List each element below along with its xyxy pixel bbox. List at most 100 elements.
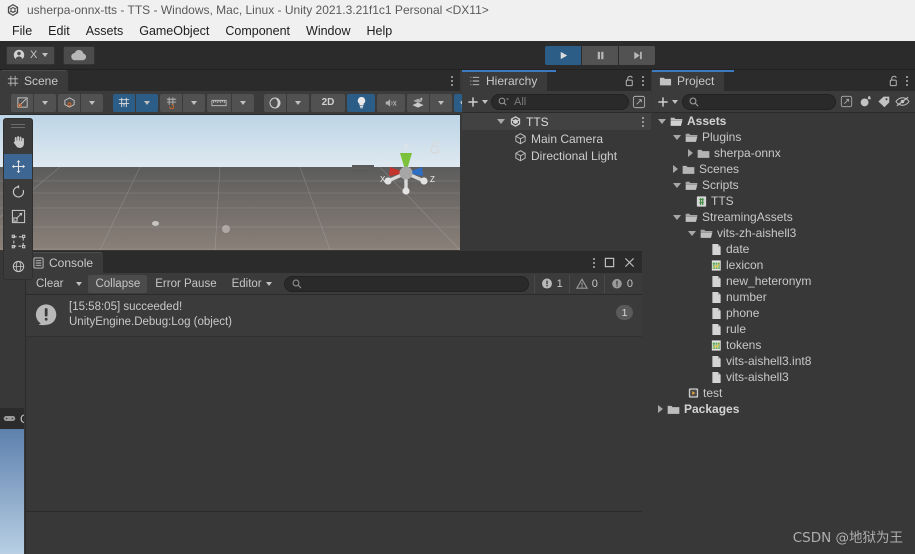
warning-count[interactable]: 0 xyxy=(568,274,604,293)
log-entry[interactable]: [15:58:05] succeeded! UnityEngine.Debug:… xyxy=(26,295,642,337)
project-row-sherpa-onnx[interactable]: sherpa-onnx xyxy=(652,145,915,161)
chevron-collapsed-icon[interactable] xyxy=(688,149,693,157)
close-icon[interactable] xyxy=(624,257,635,268)
tab-console[interactable]: Console xyxy=(26,252,104,273)
project-row-scenes[interactable]: Scenes xyxy=(652,161,915,177)
expand-window-icon[interactable] xyxy=(632,95,646,109)
draw-mode-button[interactable] xyxy=(11,93,33,112)
eye-off-icon[interactable] xyxy=(895,96,910,107)
console-search-input[interactable] xyxy=(283,275,529,292)
grid-snap-dropdown[interactable] xyxy=(136,93,158,112)
clear-dropdown-button[interactable] xyxy=(71,275,87,293)
pause-button[interactable] xyxy=(582,46,618,65)
scale-tool-button[interactable] xyxy=(4,204,32,229)
editor-dropdown-button[interactable]: Editor xyxy=(225,275,279,293)
project-row-new-heteronym[interactable]: new_heteronym xyxy=(652,273,915,289)
project-row-number[interactable]: number xyxy=(652,289,915,305)
effects-button[interactable] xyxy=(407,93,429,112)
hierarchy-row-main-camera[interactable]: Main Camera xyxy=(462,130,651,147)
chevron-expanded-icon[interactable] xyxy=(658,118,666,124)
snap-increment-button[interactable] xyxy=(160,93,182,112)
account-dropdown-button[interactable]: X xyxy=(6,45,56,65)
lock-open-icon[interactable] xyxy=(889,75,899,87)
project-row-assets[interactable]: Assets xyxy=(652,113,915,129)
tab-hierarchy[interactable]: Hierarchy xyxy=(462,70,548,91)
project-row-tts-script[interactable]: TTS xyxy=(652,193,915,209)
kebab-menu-icon[interactable] xyxy=(451,75,453,86)
chevron-expanded-icon[interactable] xyxy=(673,214,681,220)
chevron-expanded-icon[interactable] xyxy=(673,134,681,140)
project-row-vits-zh-aishell3[interactable]: vits-zh-aishell3 xyxy=(652,225,915,241)
hierarchy-search-input[interactable]: All xyxy=(491,93,629,110)
kebab-menu-icon[interactable] xyxy=(642,116,644,127)
hierarchy-row-tts-scene[interactable]: TTS xyxy=(462,113,651,130)
project-add-button[interactable] xyxy=(657,96,678,108)
rotate-tool-button[interactable] xyxy=(4,179,32,204)
project-row-rule[interactable]: rule xyxy=(652,321,915,337)
chevron-collapsed-icon[interactable] xyxy=(658,405,663,413)
error-count[interactable]: 0 xyxy=(603,274,639,293)
game-tab-label[interactable]: Game xyxy=(20,412,24,426)
ruler-button[interactable] xyxy=(207,93,231,112)
2d-toggle-button[interactable]: 2D xyxy=(311,93,345,112)
chevron-expanded-icon[interactable] xyxy=(673,182,681,188)
draw-mode-dropdown[interactable] xyxy=(34,93,56,112)
kebab-menu-icon[interactable] xyxy=(642,75,644,86)
project-row-scripts[interactable]: Scripts xyxy=(652,177,915,193)
skybox-button[interactable] xyxy=(264,93,286,112)
log-count[interactable]: 1 xyxy=(533,274,569,293)
scene-view-gizmo[interactable]: X Y Z xyxy=(370,137,442,209)
grid-y-icon-button[interactable]: Y xyxy=(113,93,135,112)
console-log-list[interactable]: [15:58:05] succeeded! UnityEngine.Debug:… xyxy=(26,295,642,511)
shading-mode-button[interactable] xyxy=(58,93,80,112)
project-row-tokens[interactable]: tokens xyxy=(652,337,915,353)
menu-gameobject[interactable]: GameObject xyxy=(131,22,217,40)
menu-assets[interactable]: Assets xyxy=(78,22,132,40)
project-search-input[interactable] xyxy=(682,93,836,110)
kebab-menu-icon[interactable] xyxy=(593,257,595,268)
ruler-dropdown[interactable] xyxy=(232,93,254,112)
lock-open-icon[interactable] xyxy=(625,75,635,87)
effects-dropdown[interactable] xyxy=(430,93,452,112)
project-row-lexicon[interactable]: lexicon xyxy=(652,257,915,273)
filter-by-label-icon[interactable] xyxy=(877,95,891,108)
project-row-test[interactable]: test xyxy=(652,385,915,401)
project-row-vits-aishell3-int8[interactable]: vits-aishell3.int8 xyxy=(652,353,915,369)
project-row-streamingassets[interactable]: StreamingAssets xyxy=(652,209,915,225)
scene-viewport[interactable]: X Y Z < Persp xyxy=(0,115,460,250)
hierarchy-add-button[interactable] xyxy=(467,96,488,108)
cloud-services-button[interactable] xyxy=(63,45,96,65)
project-row-phone[interactable]: phone xyxy=(652,305,915,321)
audio-toggle-button[interactable] xyxy=(377,93,405,112)
error-pause-button[interactable]: Error Pause xyxy=(148,275,223,293)
shading-mode-dropdown[interactable] xyxy=(81,93,103,112)
hand-tool-button[interactable] xyxy=(4,129,32,154)
chevron-collapsed-icon[interactable] xyxy=(673,165,678,173)
menu-help[interactable]: Help xyxy=(358,22,400,40)
menu-file[interactable]: File xyxy=(4,22,40,40)
tool-palette-grip[interactable] xyxy=(4,119,32,129)
menu-edit[interactable]: Edit xyxy=(40,22,78,40)
tab-project[interactable]: Project xyxy=(652,70,725,91)
project-row-packages[interactable]: Packages xyxy=(652,401,915,417)
chevron-expanded-icon[interactable] xyxy=(688,230,696,236)
menu-window[interactable]: Window xyxy=(298,22,358,40)
play-button[interactable] xyxy=(545,46,581,65)
skybox-dropdown[interactable] xyxy=(287,93,309,112)
transform-tool-button[interactable] xyxy=(4,254,32,279)
menu-component[interactable]: Component xyxy=(217,22,298,40)
expand-window-icon[interactable] xyxy=(840,95,853,108)
project-row-plugins[interactable]: Plugins xyxy=(652,129,915,145)
step-button[interactable] xyxy=(619,46,655,65)
project-row-vits-aishell3[interactable]: vits-aishell3 xyxy=(652,369,915,385)
collapse-button[interactable]: Collapse xyxy=(88,274,148,293)
lighting-toggle-button[interactable] xyxy=(347,93,375,112)
kebab-menu-icon[interactable] xyxy=(906,75,908,86)
filter-by-type-icon[interactable] xyxy=(859,95,873,108)
rect-tool-button[interactable] xyxy=(4,229,32,254)
hierarchy-row-directional-light[interactable]: Directional Light xyxy=(462,147,651,164)
maximize-icon[interactable] xyxy=(604,257,615,268)
move-tool-button[interactable] xyxy=(4,154,32,179)
snap-increment-dropdown[interactable] xyxy=(183,93,205,112)
clear-button[interactable]: Clear xyxy=(29,275,70,293)
